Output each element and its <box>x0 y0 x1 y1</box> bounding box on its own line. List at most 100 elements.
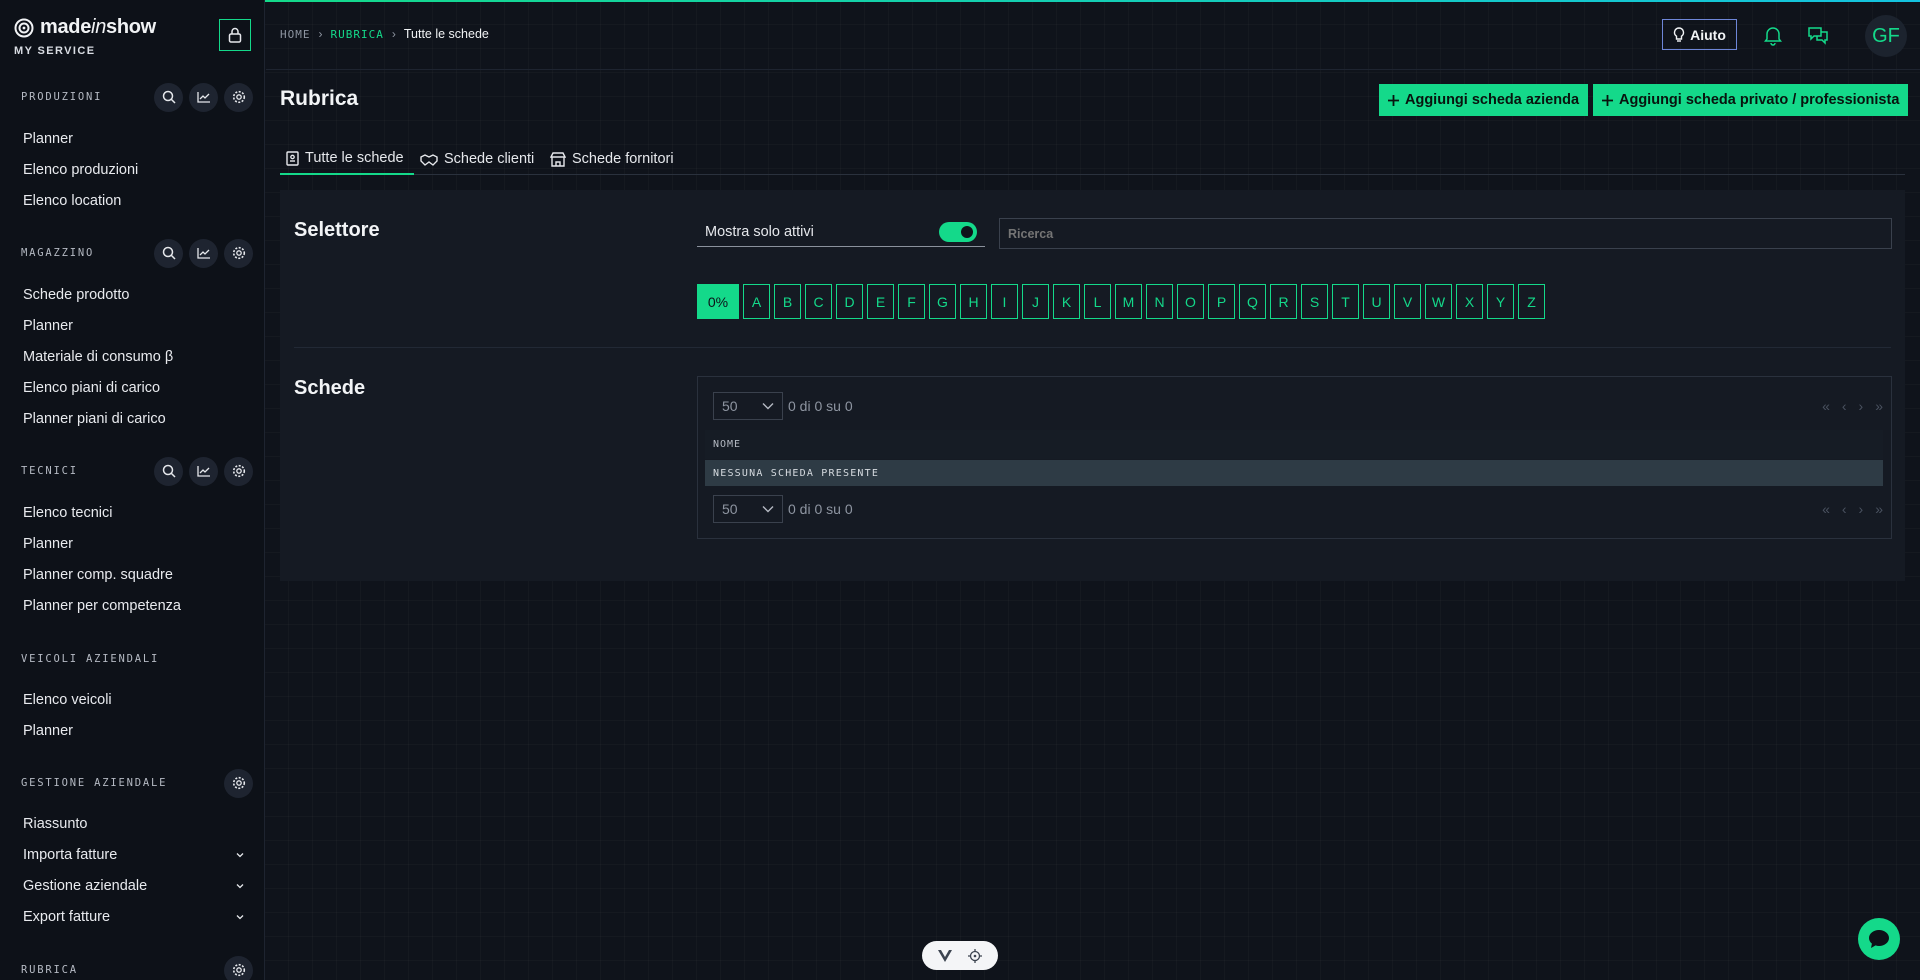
active-only-toggle[interactable]: Mostra solo attivi <box>697 217 985 247</box>
letter-filter: 0% A B C D E F G H I J K L M N O P Q R S T U V W X Y Z <box>697 284 1545 319</box>
letter-filter-s[interactable]: S <box>1301 284 1328 319</box>
letter-filter-o[interactable]: O <box>1177 284 1204 319</box>
add-company-button[interactable]: Aggiungi scheda azienda <box>1379 84 1589 116</box>
prev-page-icon[interactable]: ‹ <box>1842 501 1847 517</box>
letter-filter-l[interactable]: L <box>1084 284 1111 319</box>
search-icon[interactable] <box>154 456 183 486</box>
first-page-icon[interactable]: « <box>1822 501 1830 517</box>
page-size-select[interactable]: 50 <box>713 392 783 420</box>
letter-filter-v[interactable]: V <box>1394 284 1421 319</box>
next-page-icon[interactable]: › <box>1859 501 1864 517</box>
letter-filter-z[interactable]: Z <box>1518 284 1545 319</box>
chart-icon[interactable] <box>189 82 218 112</box>
letter-filter-r[interactable]: R <box>1270 284 1297 319</box>
letter-filter-k[interactable]: K <box>1053 284 1080 319</box>
sidebar-item-planner-squadre[interactable]: Planner comp. squadre <box>23 562 245 588</box>
breadcrumb-current: Tutte le schede <box>403 27 489 41</box>
sidebar-item-piani-carico[interactable]: Elenco piani di carico <box>23 375 245 401</box>
breadcrumb-separator-icon: › <box>318 27 323 41</box>
sidebar-item-planner[interactable]: Planner <box>23 313 245 339</box>
bell-icon[interactable] <box>1762 24 1784 46</box>
gear-icon[interactable] <box>224 456 253 486</box>
search-icon[interactable] <box>154 82 183 112</box>
brand-logo[interactable]: madeinshow MY SERVICE <box>14 16 156 57</box>
chat-widget-button[interactable] <box>1858 918 1900 960</box>
letter-filter-x[interactable]: X <box>1456 284 1483 319</box>
last-page-icon[interactable]: » <box>1875 398 1883 414</box>
page-size-value: 50 <box>722 398 738 414</box>
chart-icon[interactable] <box>189 238 218 268</box>
breadcrumb-rubrica[interactable]: RUBRICA <box>331 28 384 41</box>
sidebar-item-elenco-produzioni[interactable]: Elenco produzioni <box>23 157 245 183</box>
next-page-icon[interactable]: › <box>1859 398 1864 414</box>
letter-filter-y[interactable]: Y <box>1487 284 1514 319</box>
letter-filter-g[interactable]: G <box>929 284 956 319</box>
letter-filter-b[interactable]: B <box>774 284 801 319</box>
breadcrumb-separator-icon: › <box>391 27 396 41</box>
letter-filter-j[interactable]: J <box>1022 284 1049 319</box>
chevron-down-icon <box>236 884 244 889</box>
chart-icon[interactable] <box>189 456 218 486</box>
search-input[interactable] <box>999 218 1892 249</box>
gear-icon[interactable] <box>224 955 253 980</box>
sidebar-item-gestione-aziendale[interactable]: Gestione aziendale <box>23 873 245 899</box>
record-count: 0 di 0 su 0 <box>788 398 853 414</box>
letter-filter-m[interactable]: M <box>1115 284 1142 319</box>
letter-filter-w[interactable]: W <box>1425 284 1452 319</box>
tabs: Tutte le schede Schede clienti Schede fo… <box>280 143 1905 175</box>
page-size-select[interactable]: 50 <box>713 495 783 523</box>
sidebar-item-planner[interactable]: Planner <box>23 126 245 152</box>
tab-tutte-le-schede[interactable]: Tutte le schede <box>280 143 414 175</box>
prev-page-icon[interactable]: ‹ <box>1842 398 1847 414</box>
page-size-value: 50 <box>722 501 738 517</box>
gear-icon[interactable] <box>224 768 253 798</box>
breadcrumb-home[interactable]: HOME <box>280 28 311 41</box>
plus-icon <box>1388 94 1399 106</box>
chat-bubbles-icon[interactable] <box>1807 24 1829 46</box>
gear-icon[interactable] <box>224 238 253 268</box>
letter-filter-u[interactable]: U <box>1363 284 1390 319</box>
letter-filter-f[interactable]: F <box>898 284 925 319</box>
sidebar-item-export-fatture[interactable]: Export fatture <box>23 904 245 930</box>
sidebar-item-elenco-veicoli[interactable]: Elenco veicoli <box>23 687 245 713</box>
section-rubrica: RUBRICA <box>21 955 253 980</box>
letter-filter-a[interactable]: A <box>743 284 770 319</box>
search-icon[interactable] <box>154 238 183 268</box>
sidebar-item-importa-fatture[interactable]: Importa fatture <box>23 842 245 868</box>
sidebar-item-elenco-tecnici[interactable]: Elenco tecnici <box>23 500 245 526</box>
last-page-icon[interactable]: » <box>1875 501 1883 517</box>
target-icon[interactable] <box>968 948 982 963</box>
letter-filter-p[interactable]: P <box>1208 284 1235 319</box>
sidebar-item-materiale-consumo[interactable]: Materiale di consumo β <box>23 344 245 370</box>
tab-schede-clienti[interactable]: Schede clienti <box>414 143 540 175</box>
vue-logo-icon[interactable] <box>938 949 952 962</box>
empty-row: NESSUNA SCHEDA PRESENTE <box>705 460 1883 486</box>
sidebar-item-elenco-location[interactable]: Elenco location <box>23 188 245 214</box>
sidebar-item-planner[interactable]: Planner <box>23 531 245 557</box>
letter-filter-c[interactable]: C <box>805 284 832 319</box>
lock-button[interactable] <box>219 19 251 51</box>
letter-filter-q[interactable]: Q <box>1239 284 1266 319</box>
letter-filter-h[interactable]: H <box>960 284 987 319</box>
toggle-switch[interactable] <box>939 221 977 242</box>
toggle-label: Mostra solo attivi <box>705 223 814 240</box>
help-button[interactable]: Aiuto <box>1662 19 1737 50</box>
add-private-button[interactable]: Aggiungi scheda privato / professionista <box>1593 84 1909 116</box>
letter-filter-t[interactable]: T <box>1332 284 1359 319</box>
letter-filter-n[interactable]: N <box>1146 284 1173 319</box>
sidebar-item-planner-competenza[interactable]: Planner per competenza <box>23 593 245 619</box>
gear-icon[interactable] <box>224 82 253 112</box>
tab-schede-fornitori[interactable]: Schede fornitori <box>544 143 680 175</box>
letter-filter-i[interactable]: I <box>991 284 1018 319</box>
column-header-nome[interactable]: NOME <box>705 430 1883 459</box>
letter-filter-e[interactable]: E <box>867 284 894 319</box>
avatar[interactable]: GF <box>1865 15 1907 57</box>
letter-filter-d[interactable]: D <box>836 284 863 319</box>
sidebar-item-schede-prodotto[interactable]: Schede prodotto <box>23 282 245 308</box>
sidebar-item-planner[interactable]: Planner <box>23 718 245 744</box>
sidebar-item-riassunto[interactable]: Riassunto <box>23 811 245 837</box>
letter-filter-all[interactable]: 0% <box>697 284 739 319</box>
first-page-icon[interactable]: « <box>1822 398 1830 414</box>
section-magazzino: MAGAZZINO <box>21 238 253 268</box>
sidebar-item-planner-piani-carico[interactable]: Planner piani di carico <box>23 406 245 432</box>
